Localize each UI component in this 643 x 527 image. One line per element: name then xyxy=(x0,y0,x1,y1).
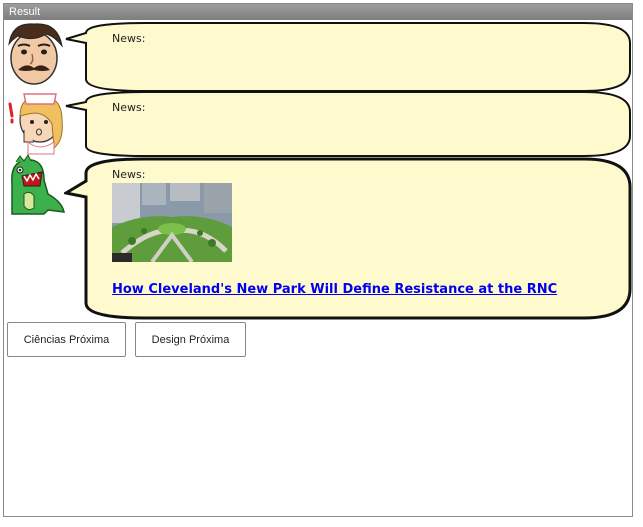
nurse-girl-avatar xyxy=(8,93,63,155)
bubble-1-label: News: xyxy=(112,32,146,45)
speech-bubble-1 xyxy=(65,22,631,92)
man-with-mustache-avatar xyxy=(8,23,63,85)
bubble-2-label: News: xyxy=(112,101,146,114)
speech-bubble-2 xyxy=(65,91,631,157)
bubble-3-label: News: xyxy=(112,168,146,181)
result-window: Result News: News: News: How Cleveland's… xyxy=(3,3,633,517)
news-headline-link[interactable]: How Cleveland's New Park Will Define Res… xyxy=(112,282,557,297)
city-park-aerial-photo[interactable] xyxy=(112,183,232,262)
sciences-next-button[interactable]: Ciências Próxima xyxy=(7,322,126,357)
green-dinosaur-avatar xyxy=(11,154,65,215)
window-title: Result xyxy=(4,4,632,20)
design-next-button[interactable]: Design Próxima xyxy=(135,322,246,357)
